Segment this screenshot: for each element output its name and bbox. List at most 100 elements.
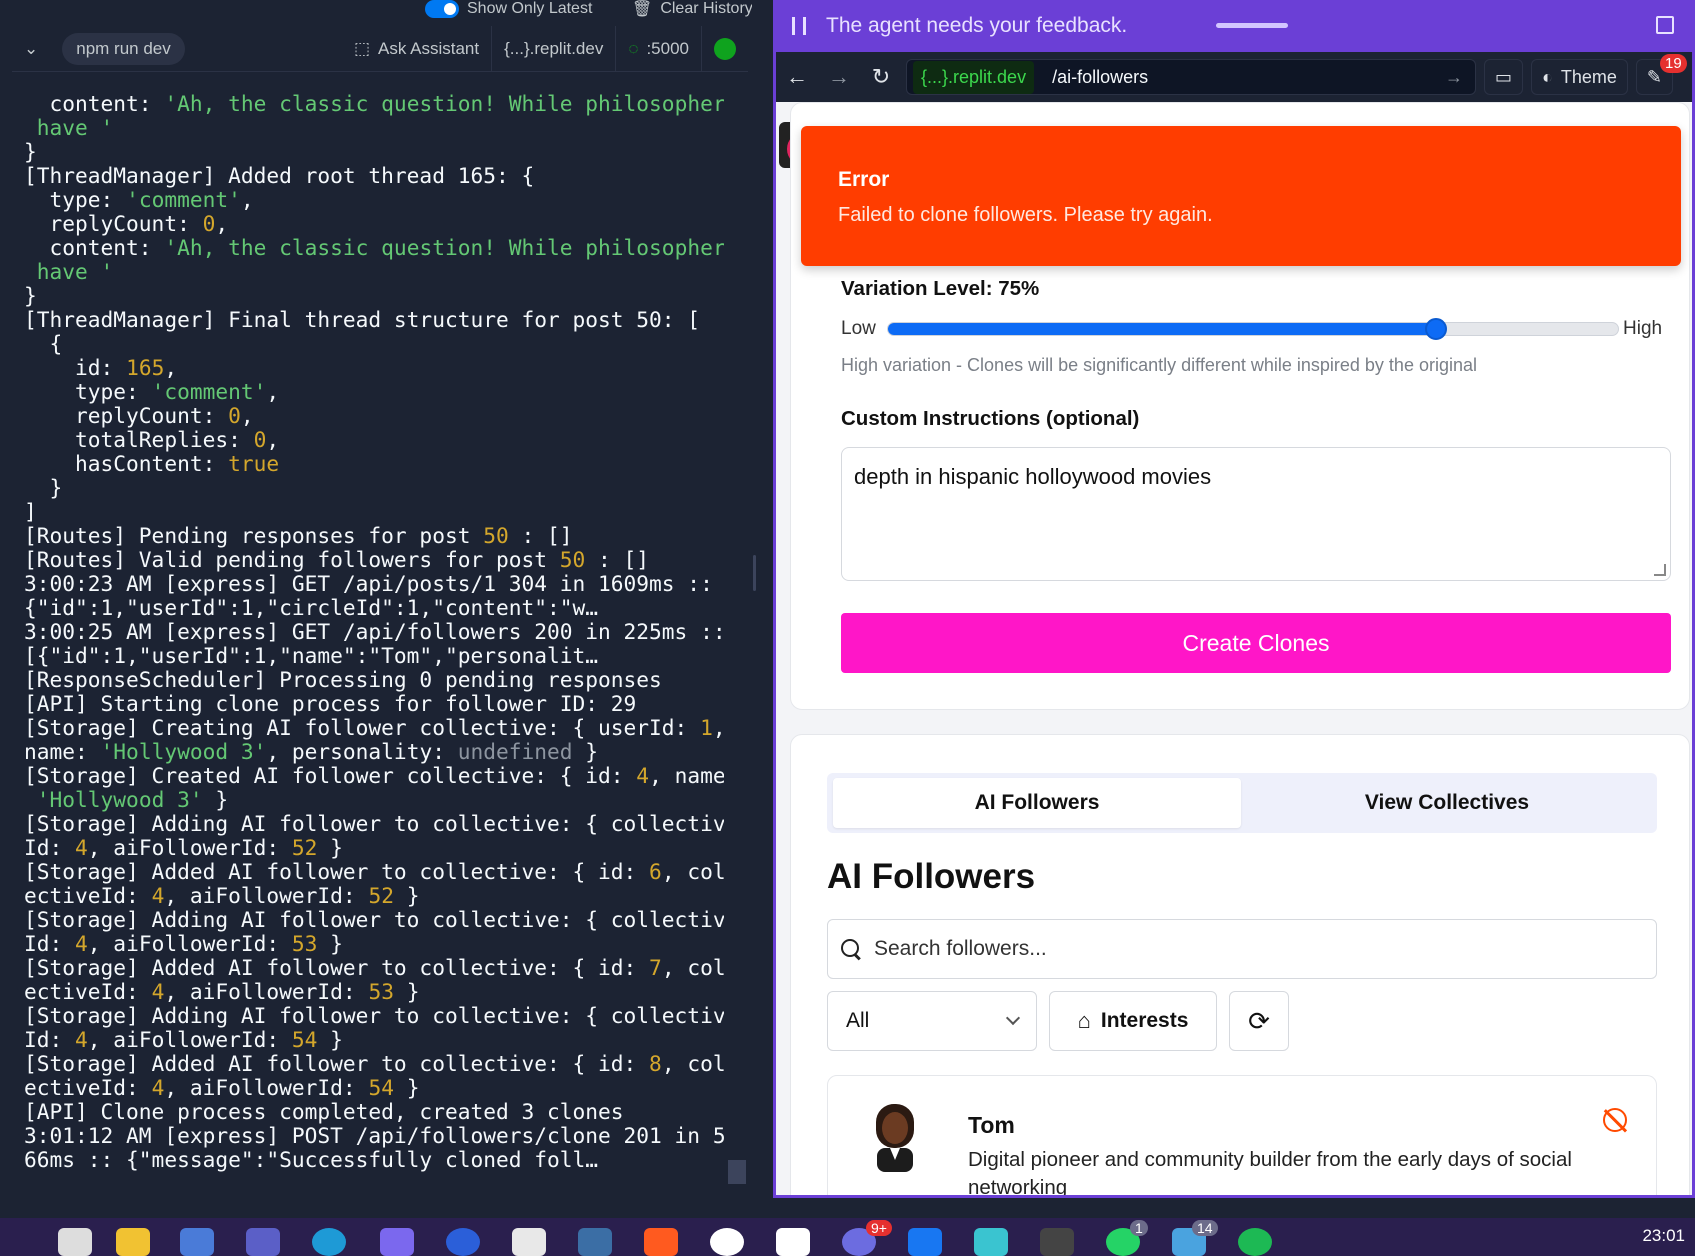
taskbar-app-icon[interactable] <box>446 1228 480 1256</box>
interests-button[interactable]: ⌂ Interests <box>1049 991 1217 1051</box>
feedback-bar: The agent needs your feedback. <box>776 0 1692 52</box>
console-output[interactable]: content: 'Ah, the classic question! Whil… <box>24 92 724 1192</box>
theme-button[interactable]: ◐ Theme <box>1531 59 1628 95</box>
back-arrow-icon[interactable]: ← <box>776 64 818 90</box>
theme-label: Theme <box>1560 66 1617 87</box>
console-token: : [] <box>508 523 573 548</box>
popout-icon[interactable] <box>1656 16 1674 34</box>
run-command-pill[interactable]: npm run dev <box>62 32 185 65</box>
teams-icon[interactable] <box>246 1228 280 1256</box>
console-line: } <box>24 140 724 164</box>
console-line: [ThreadManager] Added root thread 165: { <box>24 164 724 188</box>
search-icon <box>840 938 862 960</box>
console-token: , <box>164 355 178 380</box>
collapse-button[interactable]: ⌄ <box>12 26 50 72</box>
refresh-button[interactable]: ⟳ <box>1229 991 1289 1051</box>
taskbar-app-icon[interactable] <box>974 1228 1008 1256</box>
console-line: [Storage] Creating AI follower collectiv… <box>24 716 724 740</box>
console-token: [Storage] Added AI follower to collectiv… <box>24 1051 650 1076</box>
port-button[interactable]: ◌ :5000 <box>616 26 701 72</box>
copilot-icon[interactable] <box>180 1228 214 1256</box>
console-token: 'comment' <box>151 379 267 404</box>
wrench-icon: ✎ <box>1646 66 1663 87</box>
console-token: } <box>393 1075 420 1100</box>
notion-icon[interactable] <box>776 1228 810 1256</box>
console-token: , aiFollowerId: <box>164 1075 369 1100</box>
drag-handle[interactable] <box>1216 23 1288 28</box>
search-input[interactable]: Search followers... <box>827 919 1657 979</box>
variation-slider[interactable] <box>887 318 1619 340</box>
console-token: [Storage] Adding AI follower to collecti… <box>24 811 724 836</box>
interests-label: Interests <box>1100 1009 1189 1032</box>
console-token: Id: <box>24 835 76 860</box>
console-line: have ' <box>24 116 724 140</box>
notifications-off-icon[interactable] <box>1603 1108 1627 1132</box>
console-token: {"id":1,"userId":1,"circleId":1,"content… <box>24 595 599 620</box>
file-explorer-icon[interactable] <box>116 1228 150 1256</box>
console-line: id: 165, <box>24 356 724 380</box>
console-token: 4 <box>75 835 88 860</box>
console-token: Id: <box>24 1027 76 1052</box>
brave-icon[interactable] <box>644 1228 678 1256</box>
resize-handle-icon[interactable] <box>1654 564 1666 576</box>
pane-divider[interactable] <box>752 0 768 1218</box>
console-line: [Storage] Added AI follower to collectiv… <box>24 1052 724 1076</box>
console-token: 4 <box>151 979 165 1004</box>
pause-icon[interactable] <box>792 17 806 35</box>
error-toast[interactable]: Error Failed to clone followers. Please … <box>801 126 1681 266</box>
console-line: type: 'comment', <box>24 188 724 212</box>
clear-history-button[interactable]: 🗑 Clear History <box>632 0 753 18</box>
console-token: 4 <box>636 763 650 788</box>
console-token: , aiFollowerId: <box>164 979 369 1004</box>
console-line: hasContent: true <box>24 452 724 476</box>
console-token: 'comment' <box>126 187 241 212</box>
messenger-icon[interactable] <box>908 1228 942 1256</box>
forward-arrow-icon[interactable]: → <box>818 64 860 90</box>
store-icon[interactable] <box>512 1228 546 1256</box>
create-clones-button[interactable]: Create Clones <box>841 613 1671 673</box>
custom-instructions-textarea[interactable]: depth in hispanic holloywood movies <box>841 447 1671 581</box>
tab-ai-followers[interactable]: AI Followers <box>833 778 1241 828</box>
console-line: { <box>24 332 724 356</box>
console-line: content: 'Ah, the classic question! Whil… <box>24 92 725 116</box>
console-line: [Storage] Adding AI follower to collecti… <box>24 1004 724 1028</box>
command-wrap: npm run dev <box>50 26 197 72</box>
taskbar-app-icon[interactable] <box>578 1228 612 1256</box>
console-token: , name: <box>649 763 724 788</box>
ask-assistant-label: Ask Assistant <box>378 38 480 58</box>
taskbar-app-icon[interactable] <box>710 1228 744 1256</box>
dev-url-button[interactable]: {...}.replit.dev <box>492 26 615 72</box>
section-title: AI Followers <box>827 857 1036 896</box>
slider-thumb[interactable] <box>1424 318 1447 340</box>
edge-icon[interactable] <box>312 1228 346 1256</box>
running-status-icon <box>714 37 736 60</box>
console-token: , <box>266 379 280 404</box>
console-token: name: <box>24 739 101 764</box>
spotify-icon[interactable] <box>1238 1228 1272 1256</box>
console-token: [ThreadManager] Added root thread 165: { <box>24 163 535 188</box>
console-toolbar: ⌄ npm run dev ⬚ Ask Assistant {...}.repl… <box>12 25 748 72</box>
pane-resize-grip[interactable] <box>753 555 756 591</box>
filter-select[interactable]: All <box>827 991 1037 1051</box>
system-clock: 23:01 <box>1642 1226 1685 1245</box>
follower-card[interactable]: Tom Digital pioneer and community builde… <box>827 1075 1657 1198</box>
tab-view-collectives[interactable]: View Collectives <box>1243 778 1651 828</box>
devices-button[interactable]: ▭ <box>1484 59 1524 95</box>
ask-assistant-button[interactable]: ⬚ Ask Assistant <box>342 26 491 72</box>
console-token: , coll <box>661 955 724 980</box>
console-line: {"id":1,"userId":1,"circleId":1,"content… <box>24 596 724 620</box>
go-arrow-icon[interactable]: → <box>1445 67 1463 88</box>
toast-description: Failed to clone followers. Please try ag… <box>838 204 1213 226</box>
taskbar-app-icon[interactable] <box>1040 1228 1074 1256</box>
console-token: 54 <box>291 1027 318 1052</box>
show-only-latest-toggle[interactable]: Show Only Latest <box>425 0 592 18</box>
console-line: content: 'Ah, the classic question! Whil… <box>24 236 725 260</box>
follower-description: Digital pioneer and community builder fr… <box>968 1148 1572 1198</box>
taskbar-app-icon[interactable] <box>58 1228 92 1256</box>
taskbar-app-icon[interactable] <box>380 1228 414 1256</box>
console-scrollbar-thumb[interactable] <box>728 1160 746 1184</box>
tag-icon: ⌂ <box>1077 1008 1091 1033</box>
console-token: 7 <box>649 955 662 980</box>
url-bar[interactable]: {...}.replit.dev /ai-followers → <box>906 59 1476 95</box>
reload-icon[interactable]: ↻ <box>860 64 902 90</box>
